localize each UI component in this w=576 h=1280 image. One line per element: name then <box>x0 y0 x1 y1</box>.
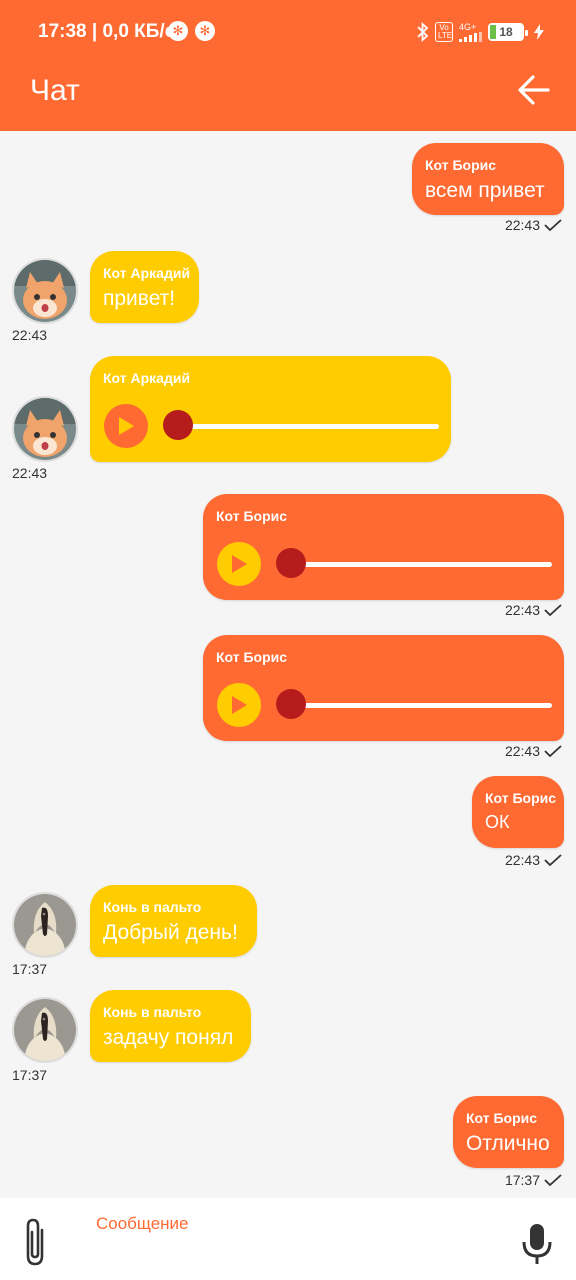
voice-message-bubble[interactable]: Кот Борис <box>203 635 564 741</box>
message-sender: Конь в пальто <box>103 899 202 915</box>
avatar[interactable] <box>12 258 78 324</box>
message-time: 17:37 <box>504 1172 540 1188</box>
avatar[interactable] <box>12 396 78 462</box>
battery-icon: 18 <box>488 23 528 41</box>
check-icon <box>544 1174 562 1186</box>
cat-avatar-icon <box>14 260 76 322</box>
message-composer <box>0 1198 576 1280</box>
message-time: 22:43 <box>12 465 48 481</box>
message-sender: Кот Аркадий <box>103 265 191 281</box>
voice-player <box>104 404 439 450</box>
status-time: 17:38 | 0,0 КБ/с <box>38 21 176 42</box>
message-time: 17:37 <box>12 1067 48 1083</box>
message-list[interactable]: Кот Борис всем привет 22:43 22:43 Кот Ар… <box>0 131 576 1198</box>
voice-progress-thumb[interactable] <box>163 410 193 440</box>
message-bubble[interactable]: Конь в пальто задачу понял <box>90 990 251 1062</box>
message-time: 22:43 <box>504 602 540 618</box>
message-text: Добрый день! <box>103 921 238 944</box>
signal-icon <box>459 32 482 42</box>
voice-message-bubble[interactable]: Кот Аркадий <box>90 356 451 462</box>
play-icon <box>232 696 247 714</box>
battery-level-fill <box>490 25 496 39</box>
message-bubble[interactable]: Кот Аркадий привет! <box>90 251 199 323</box>
message-time: 22:43 <box>504 217 540 233</box>
message-bubble[interactable]: Кот Борис всем привет <box>412 143 564 215</box>
voice-progress-track[interactable] <box>291 562 552 567</box>
check-icon <box>544 854 562 866</box>
message-input[interactable] <box>96 1210 496 1238</box>
avatar[interactable] <box>12 997 78 1063</box>
play-icon <box>232 555 247 573</box>
check-icon <box>544 604 562 616</box>
voice-progress-thumb[interactable] <box>276 548 306 578</box>
bluetooth-icon <box>417 22 429 42</box>
arrow-left-icon[interactable] <box>516 72 552 108</box>
microphone-icon[interactable] <box>520 1222 554 1266</box>
message-meta: 22:43 <box>505 743 562 759</box>
voice-message-bubble[interactable]: Кот Борис <box>203 494 564 600</box>
play-button[interactable] <box>217 683 261 727</box>
status-icons: Vo LTE 4G+ 18 <box>417 21 544 43</box>
app-header: 17:38 | 0,0 КБ/с ✻ ✻ Vo LTE 4G+ 18 Чат <box>0 0 576 131</box>
message-sender: Кот Борис <box>485 790 557 806</box>
settings-notification-icon: ✻ <box>195 21 215 41</box>
voice-progress-thumb[interactable] <box>276 689 306 719</box>
network-signal: 4G+ <box>459 22 482 42</box>
message-bubble[interactable]: Кот Борис ОК <box>472 776 564 848</box>
voice-progress-track[interactable] <box>291 703 552 708</box>
message-time: 22:43 <box>504 743 540 759</box>
message-text: задачу понял <box>103 1026 234 1049</box>
message-sender: Кот Борис <box>466 1110 538 1126</box>
paperclip-icon[interactable] <box>20 1216 54 1268</box>
voice-player <box>217 542 552 588</box>
message-time: 17:37 <box>12 961 48 977</box>
page-title: Чат <box>30 74 80 107</box>
voice-progress-track[interactable] <box>178 424 439 429</box>
message-bubble[interactable]: Кот Борис Отлично <box>453 1096 564 1168</box>
message-sender: Кот Борис <box>216 649 288 665</box>
play-icon <box>119 417 134 435</box>
check-icon <box>544 219 562 231</box>
play-button[interactable] <box>104 404 148 448</box>
message-meta: 17:37 <box>505 1172 562 1188</box>
message-meta: 22:43 <box>505 602 562 618</box>
play-button[interactable] <box>217 542 261 586</box>
charging-icon <box>534 24 544 40</box>
message-text: всем привет <box>425 179 545 202</box>
battery-level: 18 <box>499 25 513 39</box>
check-icon <box>544 745 562 757</box>
message-meta: 22:43 <box>505 217 562 233</box>
status-bar: 17:38 | 0,0 КБ/с ✻ ✻ Vo LTE 4G+ 18 <box>0 0 576 62</box>
message-sender: Кот Аркадий <box>103 370 191 386</box>
horse-avatar-icon <box>14 999 76 1061</box>
volte-badge: Vo LTE <box>435 22 453 42</box>
settings-notification-icon: ✻ <box>168 21 188 41</box>
horse-avatar-icon <box>14 894 76 956</box>
message-text: ОК <box>485 812 510 832</box>
message-text: привет! <box>103 287 176 310</box>
cat-avatar-icon <box>14 398 76 460</box>
voice-player <box>217 683 552 729</box>
message-sender: Кот Борис <box>216 508 288 524</box>
message-bubble[interactable]: Конь в пальто Добрый день! <box>90 885 257 957</box>
message-time: 22:43 <box>504 852 540 868</box>
network-type: 4G+ <box>459 22 477 32</box>
message-sender: Кот Борис <box>425 157 497 173</box>
message-text: Отлично <box>466 1132 550 1155</box>
avatar[interactable] <box>12 892 78 958</box>
message-sender: Конь в пальто <box>103 1004 202 1020</box>
message-meta: 22:43 <box>505 852 562 868</box>
message-time: 22:43 <box>12 327 48 343</box>
